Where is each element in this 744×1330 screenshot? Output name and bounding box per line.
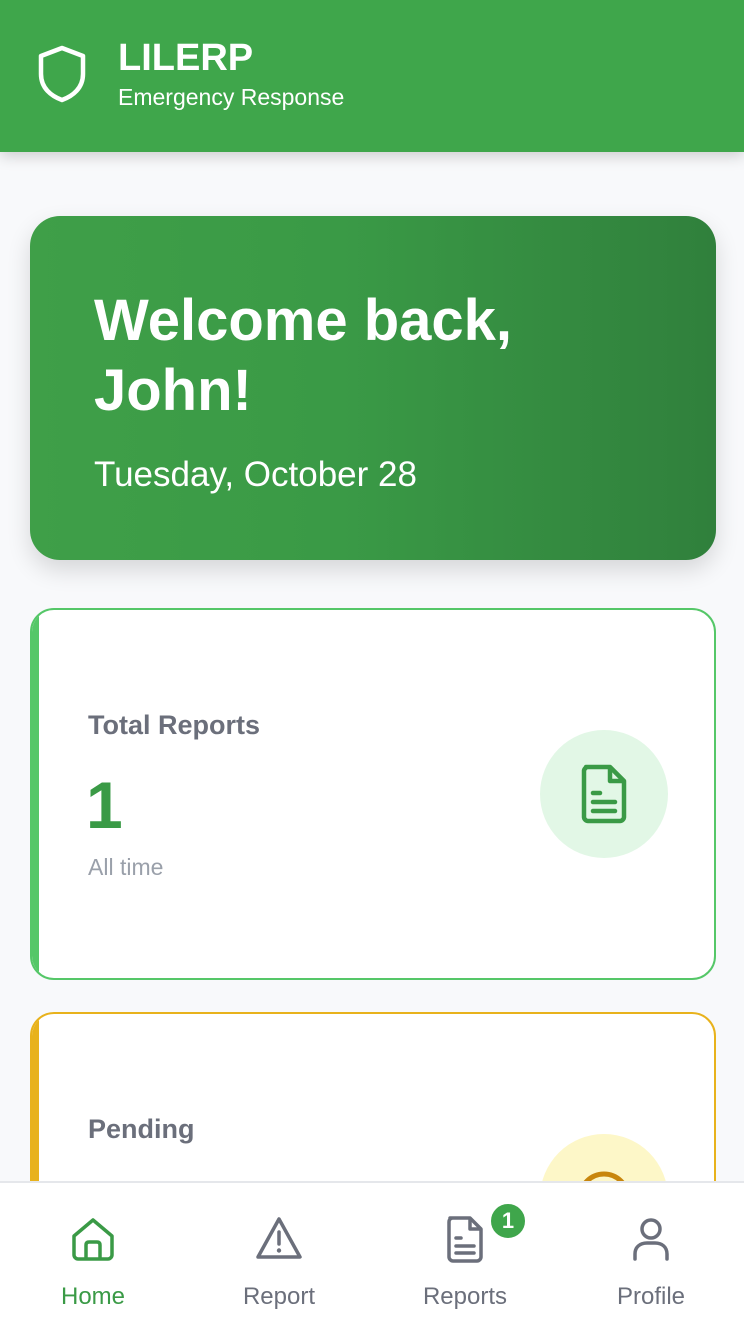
stat-icon-circle <box>540 730 668 858</box>
nav-label: Home <box>60 1283 126 1310</box>
card-accent-bar <box>32 610 39 978</box>
nav-home[interactable]: Home <box>0 1183 186 1330</box>
stat-label: Total Reports <box>88 710 261 740</box>
stat-subtext: All time <box>88 854 164 880</box>
nav-reports[interactable]: 1 Reports <box>372 1183 558 1330</box>
warning-icon <box>256 1217 302 1259</box>
stat-value: 1 <box>86 768 123 842</box>
nav-label: Profile <box>616 1283 686 1310</box>
total-reports-card[interactable]: Total Reports 1 All time <box>30 608 716 980</box>
stat-label: Pending <box>88 1114 195 1144</box>
header-titles: LILERP Emergency Response <box>118 36 344 112</box>
bottom-nav: Home Report 1 Reports Profile <box>0 1181 744 1330</box>
welcome-card: Welcome back, John! Tuesday, October 28 <box>30 216 716 560</box>
welcome-greeting: Welcome back, John! <box>94 288 513 423</box>
app-root: LILERP Emergency Response Welcome back, … <box>0 0 744 1330</box>
document-icon <box>581 764 627 824</box>
app-name: LILERP <box>118 37 254 79</box>
home-icon <box>72 1218 114 1261</box>
user-icon <box>633 1218 669 1261</box>
welcome-date: Tuesday, October 28 <box>94 455 417 494</box>
nav-label: Report <box>242 1283 316 1310</box>
app-header: LILERP Emergency Response <box>0 0 744 152</box>
shield-icon <box>38 45 86 103</box>
nav-profile[interactable]: Profile <box>558 1183 744 1330</box>
nav-label: Reports <box>422 1283 508 1310</box>
reports-count-badge: 1 <box>488 1201 528 1241</box>
document-icon <box>447 1216 483 1263</box>
nav-report[interactable]: Report <box>186 1183 372 1330</box>
main-content: Welcome back, John! Tuesday, October 28 … <box>30 216 716 1330</box>
app-subtitle: Emergency Response <box>118 84 345 110</box>
